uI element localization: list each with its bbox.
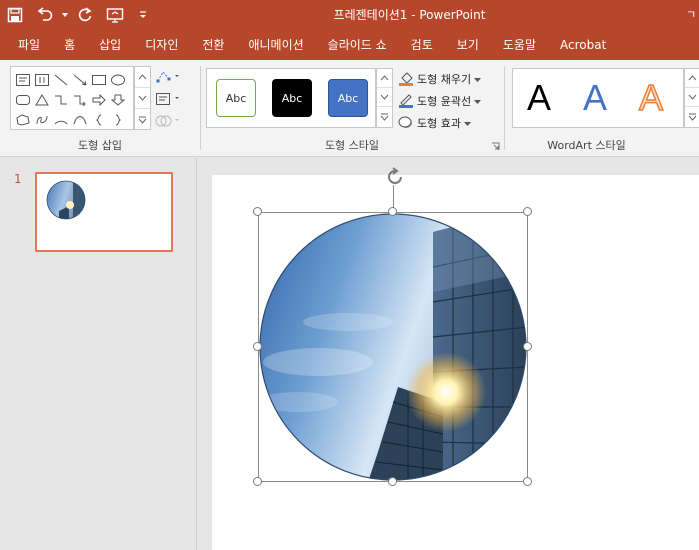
shape-format-list: 도형 채우기 도형 윤곽선 도형 효과 (398, 68, 498, 134)
ribbon-tabs: 파일 홈 삽입 디자인 전환 애니메이션 슬라이드 쇼 검토 보기 도움말 Ac… (0, 30, 699, 60)
shape-fill-label: 도형 채우기 (417, 73, 472, 86)
shape-fill-button[interactable]: 도형 채우기 (398, 68, 498, 90)
wordart-black-button[interactable]: A (527, 75, 551, 121)
ribbon-body: 도형 삽입 도형 스타일 Abc Abc Abc 도형 채우기 도형 윤곽선 도… (0, 60, 699, 157)
text-box-icon[interactable] (155, 88, 195, 110)
tab-view[interactable]: 보기 (445, 30, 491, 60)
tab-design[interactable]: 디자인 (133, 30, 190, 60)
resize-handle-left[interactable] (253, 342, 262, 351)
shapes-gallery-scroll (134, 66, 151, 130)
line-shape-icon[interactable] (51, 70, 70, 90)
elbow-arrow-connector-shape-icon[interactable] (70, 90, 89, 110)
chevron-down-icon (463, 117, 471, 130)
wordart-scroll (684, 68, 699, 128)
tab-insert[interactable]: 삽입 (87, 30, 133, 60)
tab-transitions[interactable]: 전환 (190, 30, 236, 60)
scroll-down-icon[interactable] (377, 88, 392, 107)
resize-handle-right[interactable] (523, 342, 532, 351)
oval-shape-icon[interactable] (108, 70, 127, 90)
left-brace-shape-icon[interactable] (89, 110, 108, 130)
vertical-text-box-shape-icon[interactable] (32, 70, 51, 90)
arrow-line-shape-icon[interactable] (70, 70, 89, 90)
down-arrow-shape-icon[interactable] (108, 90, 127, 110)
shape-styles-scroll (376, 68, 393, 128)
chevron-down-icon (474, 73, 482, 86)
tab-file[interactable]: 파일 (6, 30, 52, 60)
chevron-down-icon (474, 95, 482, 108)
pen-outline-icon (398, 92, 414, 111)
gallery-more-icon[interactable] (135, 109, 150, 130)
paint-bucket-icon (398, 70, 414, 89)
rotate-handle-icon[interactable] (384, 166, 402, 184)
wordart-gallery: A A A (512, 68, 684, 128)
shape-styles-label: 도형 스타일 (324, 139, 380, 152)
shape-effects-button[interactable]: 도형 효과 (398, 112, 498, 134)
wordart-orange-outline-button[interactable]: A (638, 75, 664, 121)
shape-outline-label: 도형 윤곽선 (417, 95, 472, 108)
style-blue-fill-button[interactable]: Abc (328, 79, 368, 117)
tab-help[interactable]: 도움말 (491, 30, 548, 60)
style-outline-green-button[interactable]: Abc (216, 79, 256, 117)
resize-handle-bottom[interactable] (388, 477, 397, 486)
selected-picture-shape[interactable] (253, 167, 532, 486)
dialog-launcher-icon[interactable] (491, 142, 500, 154)
wordart-styles-label: WordArt 스타일 (547, 139, 626, 152)
title-bar: 프레젠테이션1 - PowerPoint ㄱ (0, 0, 699, 30)
shape-outline-button[interactable]: 도형 윤곽선 (398, 90, 498, 112)
text-box-shape-icon[interactable] (13, 70, 32, 90)
scroll-up-icon[interactable] (135, 67, 150, 88)
insert-shapes-group: 도형 삽입 (0, 60, 200, 156)
gallery-more-icon[interactable] (685, 107, 699, 126)
right-arrow-shape-icon[interactable] (89, 90, 108, 110)
merge-shapes-icon[interactable] (155, 110, 195, 132)
right-brace-shape-icon[interactable] (108, 110, 127, 130)
window-control-partial[interactable]: ㄱ (683, 0, 699, 30)
resize-handle-bottom-right[interactable] (523, 477, 532, 486)
window-title: 프레젠테이션1 - PowerPoint (333, 8, 486, 22)
powerpoint-window: 프레젠테이션1 - PowerPoint ㄱ 파일 홈 삽입 디자인 전환 애니… (0, 0, 699, 550)
scroll-down-icon[interactable] (685, 88, 699, 107)
shapes-gallery (10, 66, 134, 130)
resize-handle-top[interactable] (388, 207, 397, 216)
freeform-shape-icon[interactable] (13, 110, 32, 130)
gallery-more-icon[interactable] (377, 107, 392, 126)
edit-shape-icon[interactable] (155, 66, 195, 88)
tab-home[interactable]: 홈 (52, 30, 87, 60)
tab-acrobat[interactable]: Acrobat (548, 30, 618, 60)
resize-handle-bottom-left[interactable] (253, 477, 262, 486)
shape-effects-icon (398, 114, 414, 133)
insert-shapes-label: 도형 삽입 (78, 139, 122, 152)
rectangle-shape-icon[interactable] (89, 70, 108, 90)
scroll-up-icon[interactable] (685, 69, 699, 88)
scroll-down-icon[interactable] (135, 88, 150, 109)
tab-review[interactable]: 검토 (399, 30, 445, 60)
thumbnail-circle-image (46, 180, 86, 220)
resize-handle-top-right[interactable] (523, 207, 532, 216)
shape-effects-label: 도형 효과 (417, 117, 461, 130)
style-black-fill-button[interactable]: Abc (272, 79, 312, 117)
slide-number: 1 (14, 172, 22, 186)
scroll-up-icon[interactable] (377, 69, 392, 88)
rounded-rectangle-shape-icon[interactable] (13, 90, 32, 110)
shape-tools (155, 66, 195, 132)
arc-shape-icon[interactable] (51, 110, 70, 130)
triangle-shape-icon[interactable] (32, 90, 51, 110)
curve-shape-icon[interactable] (70, 110, 89, 130)
scribble-shape-icon[interactable] (32, 110, 51, 130)
slide-thumbnail-pane: 1 (0, 158, 197, 550)
elbow-connector-shape-icon[interactable] (51, 90, 70, 110)
tab-animations[interactable]: 애니메이션 (236, 30, 315, 60)
wordart-blue-button[interactable]: A (583, 75, 607, 121)
resize-handle-top-left[interactable] (253, 207, 262, 216)
shape-styles-gallery: Abc Abc Abc (206, 68, 376, 128)
slide-thumbnail[interactable] (35, 172, 173, 252)
selection-border (258, 212, 528, 482)
tab-slideshow[interactable]: 슬라이드 쇼 (316, 30, 399, 60)
